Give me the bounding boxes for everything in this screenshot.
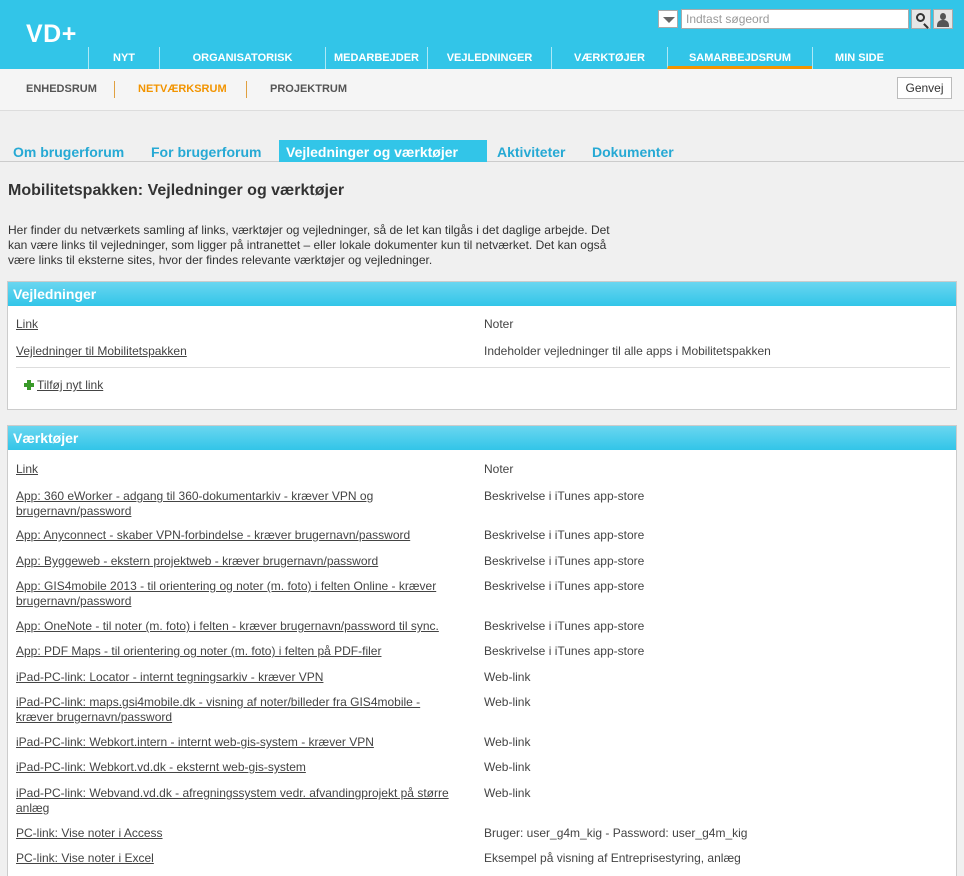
notes-cell: Web-link	[484, 760, 531, 774]
link-cell[interactable]: App: Anyconnect - skaber VPN-forbindelse…	[16, 528, 466, 543]
tab-om-brugerforum[interactable]: Om brugerforum	[9, 140, 128, 162]
link-cell[interactable]: App: GIS4mobile 2013 - til orientering o…	[16, 579, 466, 609]
logo[interactable]: VD+	[26, 20, 77, 49]
panel-vejledninger: Vejledninger Link Noter Vejledninger til…	[7, 281, 957, 410]
panel-vaerktojer: Værktøjer Link Noter App: 360 eWorker - …	[7, 425, 957, 876]
link-cell[interactable]: iPad-PC-link: Locator - internt tegnings…	[16, 670, 466, 685]
notes-cell: Beskrivelse i iTunes app-store	[484, 528, 645, 542]
notes-cell: Web-link	[484, 786, 531, 800]
sub-nav: ENHEDSRUM NETVÆRKSRUM PROJEKTRUM Genvej	[0, 69, 964, 111]
notes-cell: Web-link	[484, 735, 531, 749]
link-cell[interactable]: iPad-PC-link: Webkort.intern - internt w…	[16, 735, 466, 750]
divider	[16, 367, 950, 368]
link-cell[interactable]: Vejledninger til Mobilitetspakken	[16, 344, 466, 359]
main-nav-vaerktojer[interactable]: VÆRKTØJER	[551, 47, 667, 69]
sub-nav-enhedsrum[interactable]: ENHEDSRUM	[26, 83, 97, 95]
intro-text: Her finder du netværkets samling af link…	[8, 223, 610, 267]
notes-cell: Beskrivelse i iTunes app-store	[484, 554, 645, 568]
add-link-button[interactable]: Tilføj nyt link	[24, 378, 103, 392]
sub-nav-projektrum[interactable]: PROJEKTRUM	[270, 83, 347, 95]
notes-cell: Beskrivelse i iTunes app-store	[484, 579, 645, 593]
notes-cell: Beskrivelse i iTunes app-store	[484, 644, 645, 658]
main-nav-nyt[interactable]: NYT	[88, 47, 159, 69]
tab-vejledninger-og-vaerktojer[interactable]: Vejledninger og værktøjer	[279, 140, 487, 162]
main-nav-samarbejdsrum[interactable]: SAMARBEJDSRUM	[667, 47, 812, 69]
column-header-notes: Noter	[484, 317, 514, 331]
genvej-button[interactable]: Genvej	[897, 77, 952, 99]
main-nav-min-side[interactable]: MIN SIDE	[812, 47, 906, 69]
notes-cell: Beskrivelse i iTunes app-store	[484, 489, 645, 503]
link-cell[interactable]: App: 360 eWorker - adgang til 360-dokume…	[16, 489, 466, 519]
sub-nav-separator	[114, 81, 115, 98]
column-header-link[interactable]: Link	[16, 317, 466, 332]
link-cell[interactable]: PC-link: Vise noter i Excel	[16, 851, 466, 866]
column-header-notes: Noter	[484, 462, 514, 476]
tab-bar: Om brugerforum For brugerforum Vejlednin…	[0, 140, 964, 162]
search-input[interactable]	[681, 9, 909, 29]
notes-cell: Web-link	[484, 695, 531, 709]
notes-cell: Eksempel på visning af Entreprisestyring…	[484, 851, 741, 865]
column-header-link[interactable]: Link	[16, 462, 466, 477]
page-title: Mobilitetspakken: Vejledninger og værktø…	[8, 182, 345, 199]
notes-cell: Bruger: user_g4m_kig - Password: user_g4…	[484, 826, 748, 840]
link-cell[interactable]: App: OneNote - til noter (m. foto) i fel…	[16, 619, 466, 634]
notes-cell: Indeholder vejledninger til alle apps i …	[484, 344, 771, 358]
main-nav: NYT ORGANISATORISK MEDARBEJDER VEJLEDNIN…	[88, 47, 906, 69]
tab-aktiviteter[interactable]: Aktiviteter	[493, 140, 569, 162]
user-button[interactable]	[933, 9, 953, 29]
link-cell[interactable]: App: PDF Maps - til orientering og noter…	[16, 644, 466, 659]
plus-icon	[24, 380, 34, 390]
search-scope-dropdown[interactable]	[658, 10, 678, 28]
sub-nav-separator	[246, 81, 247, 98]
link-cell[interactable]: iPad-PC-link: maps.gsi4mobile.dk - visni…	[16, 695, 466, 725]
link-cell[interactable]: App: Byggeweb - ekstern projektweb - kræ…	[16, 554, 466, 569]
link-cell[interactable]: iPad-PC-link: Webvand.vd.dk - afregnings…	[16, 786, 466, 816]
tab-dokumenter[interactable]: Dokumenter	[588, 140, 678, 162]
link-cell[interactable]: PC-link: Vise noter i Access	[16, 826, 466, 841]
tab-for-brugerforum[interactable]: For brugerforum	[147, 140, 265, 162]
main-nav-vejledninger[interactable]: VEJLEDNINGER	[427, 47, 551, 69]
main-nav-medarbejder[interactable]: MEDARBEJDER	[325, 47, 427, 69]
sub-nav-netvaerksrum[interactable]: NETVÆRKSRUM	[138, 83, 227, 95]
search-icon	[916, 13, 925, 22]
panel-title: Vejledninger	[8, 282, 956, 306]
panel-title: Værktøjer	[8, 426, 956, 450]
search-button[interactable]	[911, 9, 931, 29]
top-header: VD+ NYT ORGANISATORISK MEDARBEJDER VEJLE…	[0, 0, 964, 69]
link-cell[interactable]: iPad-PC-link: Webkort.vd.dk - eksternt w…	[16, 760, 466, 775]
notes-cell: Web-link	[484, 670, 531, 684]
main-nav-organisatorisk[interactable]: ORGANISATORISK	[159, 47, 325, 69]
notes-cell: Beskrivelse i iTunes app-store	[484, 619, 645, 633]
